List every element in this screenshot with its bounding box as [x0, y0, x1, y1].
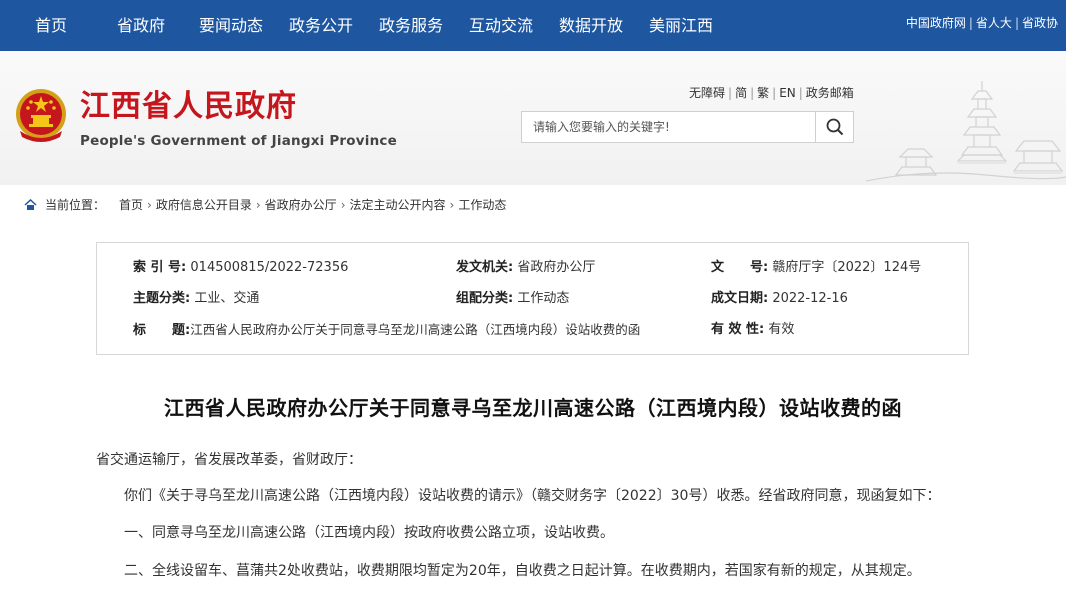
- chevron-right-icon: ›: [147, 197, 152, 212]
- link-provincial-congress[interactable]: 省人大: [976, 16, 1012, 30]
- meta-topic-label: 主题分类:: [133, 291, 191, 306]
- site-header: 江西省人民政府 People's Government of Jiangxi P…: [0, 51, 1066, 185]
- breadcrumb-item-general-office[interactable]: 省政府办公厅: [265, 196, 337, 213]
- document-metadata: 索 引 号: 014500815/2022-72356 发文机关: 省政府办公厅…: [96, 242, 969, 355]
- link-government-mailbox[interactable]: 政务邮箱: [806, 86, 854, 100]
- top-nav: 首页 省政府 要闻动态 政务公开 政务服务 互动交流 数据开放 美丽江西 中国政…: [0, 0, 1066, 51]
- link-accessibility[interactable]: 无障碍: [689, 86, 725, 100]
- nav-item-home[interactable]: 首页: [35, 0, 67, 51]
- nav-item-open-data[interactable]: 数据开放: [559, 0, 623, 51]
- nav-item-interaction[interactable]: 互动交流: [469, 0, 533, 51]
- breadcrumb-item-work-news[interactable]: 工作动态: [458, 196, 506, 213]
- meta-date-label: 成文日期:: [711, 291, 769, 306]
- article-paragraph-3: 二、全线设留车、菖蒲共2处收费站，收费期限均暂定为20年，自收费之日起计算。在收…: [124, 563, 921, 579]
- national-emblem-icon: [16, 89, 66, 142]
- divider: |: [968, 16, 973, 30]
- nav-item-beautiful-jiangxi[interactable]: 美丽江西: [649, 0, 713, 51]
- external-links: 中国政府网 | 省人大 | 省政协: [906, 0, 1058, 46]
- nav-item-news[interactable]: 要闻动态: [199, 0, 263, 51]
- meta-index-label: 索 引 号:: [133, 260, 187, 275]
- meta-title-label: 标 题:: [133, 323, 191, 338]
- breadcrumb-label: 当前位置：: [45, 198, 106, 212]
- site-title[interactable]: 江西省人民政府: [80, 87, 297, 127]
- search-icon: [826, 118, 843, 136]
- meta-group-value: 工作动态: [517, 291, 570, 306]
- meta-validity-value: 有效: [768, 322, 795, 337]
- nav-item-government-affairs-disclosure[interactable]: 政务公开: [289, 0, 353, 51]
- meta-date: 成文日期: 2022-12-16: [711, 291, 848, 307]
- search-input[interactable]: [522, 112, 815, 142]
- nav-item-government-services[interactable]: 政务服务: [379, 0, 443, 51]
- meta-group-label: 组配分类:: [456, 291, 514, 306]
- chevron-right-icon: ›: [449, 197, 455, 212]
- pavilion-illustration-icon: [866, 81, 1066, 182]
- meta-docno: 文 号: 赣府厅字〔2022〕124号: [711, 260, 921, 276]
- meta-docno-value: 赣府厅字〔2022〕124号: [772, 260, 922, 275]
- meta-index: 索 引 号: 014500815/2022-72356: [133, 260, 348, 276]
- meta-issuer-label: 发文机关:: [456, 260, 514, 275]
- divider: |: [728, 86, 733, 100]
- search-box: [521, 111, 854, 143]
- meta-title-value: 江西省人民政府办公厅关于同意寻乌至龙川高速公路（江西境内段）设站收费的函: [190, 322, 641, 337]
- link-china-gov[interactable]: 中国政府网: [906, 16, 966, 30]
- meta-issuer-value: 省政府办公厅: [517, 260, 596, 275]
- nav-item-provincial-government[interactable]: 省政府: [117, 0, 165, 51]
- home-icon: [24, 198, 37, 210]
- meta-docno-label: 文 号:: [711, 260, 769, 275]
- chevron-right-icon: ›: [340, 197, 346, 212]
- site-subtitle: People's Government of Jiangxi Province: [80, 133, 397, 149]
- breadcrumb-item-home[interactable]: 首页: [119, 196, 143, 213]
- search-button[interactable]: [815, 112, 853, 142]
- meta-topic-value: 工业、交通: [194, 291, 260, 306]
- meta-issuer: 发文机关: 省政府办公厅: [456, 260, 595, 276]
- link-traditional-chinese[interactable]: 繁: [757, 86, 769, 100]
- article-title: 江西省人民政府办公厅关于同意寻乌至龙川高速公路（江西境内段）设站收费的函: [164, 396, 902, 420]
- article-paragraph-1: 你们《关于寻乌至龙川高速公路（江西境内段）设站收费的请示》（赣交财务字〔2022…: [124, 488, 941, 504]
- meta-validity-label: 有 效 性:: [711, 322, 765, 337]
- meta-topic: 主题分类: 工业、交通: [133, 291, 259, 307]
- meta-date-value: 2022-12-16: [772, 291, 848, 306]
- breadcrumb: 当前位置： 首页 › 政府信息公开目录 › 省政府办公厅 › 法定主动公开内容 …: [24, 196, 506, 213]
- link-simplified-chinese[interactable]: 简: [735, 86, 747, 100]
- meta-title: 标 题:江西省人民政府办公厅关于同意寻乌至龙川高速公路（江西境内段）设站收费的函: [133, 322, 640, 339]
- chevron-right-icon: ›: [255, 197, 261, 212]
- utility-links: 无障碍 | 简 | 繁 | EN | 政务邮箱: [689, 84, 854, 101]
- link-provincial-cppcc[interactable]: 省政协: [1022, 16, 1058, 30]
- divider: |: [750, 86, 755, 100]
- meta-group: 组配分类: 工作动态: [456, 291, 569, 307]
- article-recipient: 省交通运输厅，省发展改革委，省财政厅：: [96, 452, 362, 468]
- divider: |: [772, 86, 777, 100]
- meta-validity: 有 效 性: 有效: [711, 322, 794, 338]
- divider: |: [1014, 16, 1019, 30]
- meta-index-value: 014500815/2022-72356: [190, 260, 349, 275]
- divider: |: [798, 86, 803, 100]
- breadcrumb-item-statutory-disclosure[interactable]: 法定主动公开内容: [350, 196, 446, 213]
- article-paragraph-2: 一、同意寻乌至龙川高速公路（江西境内段）按政府收费公路立项，设站收费。: [124, 525, 614, 541]
- breadcrumb-item-disclosure-catalog[interactable]: 政府信息公开目录: [156, 196, 252, 213]
- link-english[interactable]: EN: [779, 86, 796, 100]
